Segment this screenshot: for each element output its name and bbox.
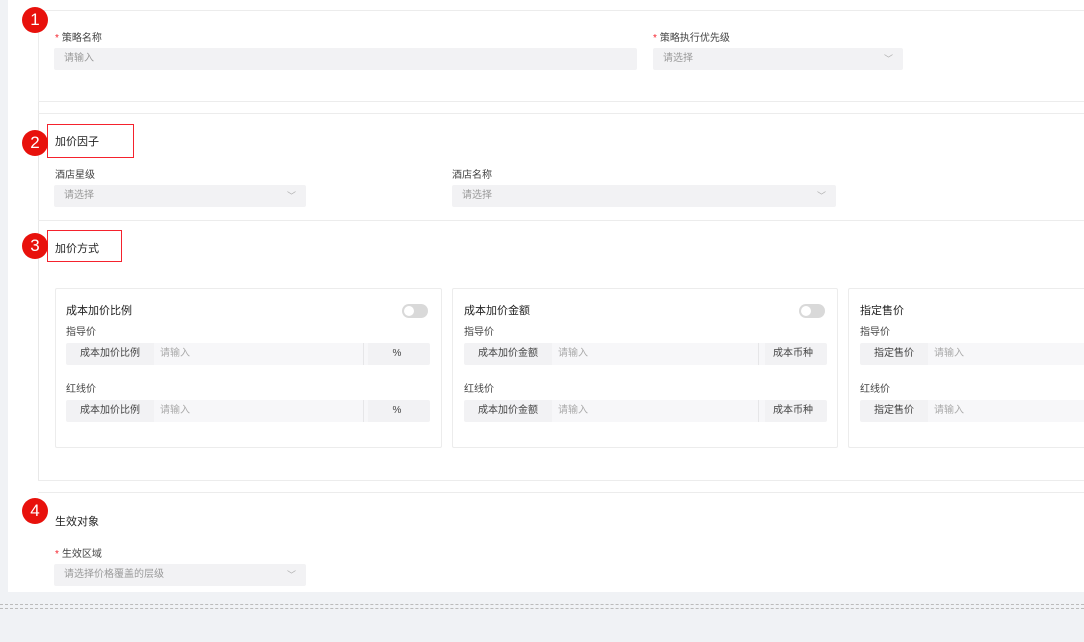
dashed-separator <box>0 604 1084 605</box>
divider <box>38 480 1084 481</box>
guide-price-label: 指导价 <box>860 327 890 338</box>
ratio-guide-input-group: 成本加价比例 请输入 % <box>66 343 430 365</box>
fixed-red-input-group: 指定售价 请输入 <box>860 400 1084 422</box>
red-price-label: 红线价 <box>860 384 890 395</box>
addon-label: 成本加价比例 <box>80 348 140 359</box>
guide-price-label: 指导价 <box>66 327 96 338</box>
amount-red-input-group: 成本加价金额 请输入 成本币种 <box>464 400 827 422</box>
fixed-red-input[interactable]: 请输入 <box>928 400 1084 422</box>
priority-label: * 策略执行优先级 <box>653 33 730 44</box>
addon-label: 指定售价 <box>874 405 914 416</box>
chevron-down-icon: ﹀ <box>883 54 893 64</box>
ratio-red-input-group: 成本加价比例 请输入 % <box>66 400 430 422</box>
ratio-red-input[interactable]: 请输入 <box>154 400 368 422</box>
addon-label: 成本加价金额 <box>478 405 538 416</box>
fixed-guide-input[interactable]: 请输入 <box>928 343 1084 365</box>
amount-toggle[interactable] <box>799 304 825 318</box>
addon-unit: % <box>363 343 430 365</box>
hotel-star-label: 酒店星级 <box>55 170 95 181</box>
region-label: * 生效区域 <box>55 549 102 560</box>
region-select[interactable]: 请选择价格覆盖的层级 ﹀ <box>54 564 306 586</box>
amount-red-input[interactable]: 请输入 <box>552 400 765 422</box>
step-badge-1: 1 <box>22 7 48 33</box>
divider <box>38 492 1084 493</box>
red-price-label: 红线价 <box>464 384 494 395</box>
step-badge-2: 2 <box>22 130 48 156</box>
strategy-name-input[interactable]: 请输入 <box>54 48 637 70</box>
currency-addon: 成本币种 <box>758 400 827 422</box>
guide-price-label: 指导价 <box>464 327 494 338</box>
pricing-card-title: 成本加价比例 <box>66 305 132 317</box>
divider <box>38 113 1084 114</box>
addon-label: 成本加价比例 <box>80 405 140 416</box>
step-badge-4: 4 <box>22 498 48 524</box>
hotel-name-label: 酒店名称 <box>452 170 492 181</box>
priority-select[interactable]: 请选择 ﹀ <box>653 48 903 70</box>
fixed-guide-input-group: 指定售价 请输入 <box>860 343 1084 365</box>
pricing-card-title: 指定售价 <box>860 305 904 317</box>
method-title-highlight <box>47 230 122 262</box>
target-title: 生效对象 <box>55 516 99 528</box>
step-badge-3: 3 <box>22 233 48 259</box>
amount-guide-input-group: 成本加价金额 请输入 成本币种 <box>464 343 827 365</box>
ratio-toggle[interactable] <box>402 304 428 318</box>
dashed-separator <box>0 608 1084 609</box>
divider <box>38 220 1084 221</box>
addon-label: 成本加价金额 <box>478 348 538 359</box>
form-page: * 策略名称 请输入 * 策略执行优先级 请选择 ﹀ 加价因子 酒店星级 请选择 ﹀ 酒… <box>8 0 1084 592</box>
chevron-down-icon: ﹀ <box>286 191 296 201</box>
factor-title-highlight <box>47 124 134 158</box>
chevron-down-icon: ﹀ <box>816 191 826 201</box>
amount-guide-input[interactable]: 请输入 <box>552 343 765 365</box>
hotel-star-select[interactable]: 请选择 ﹀ <box>54 185 306 207</box>
chevron-down-icon: ﹀ <box>286 570 296 580</box>
currency-addon: 成本币种 <box>758 343 827 365</box>
pricing-card-title: 成本加价金额 <box>464 305 530 317</box>
hotel-name-select[interactable]: 请选择 ﹀ <box>452 185 836 207</box>
addon-label: 指定售价 <box>874 348 914 359</box>
strategy-name-label: * 策略名称 <box>55 33 102 44</box>
red-price-label: 红线价 <box>66 384 96 395</box>
addon-unit: % <box>363 400 430 422</box>
ratio-guide-input[interactable]: 请输入 <box>154 343 368 365</box>
